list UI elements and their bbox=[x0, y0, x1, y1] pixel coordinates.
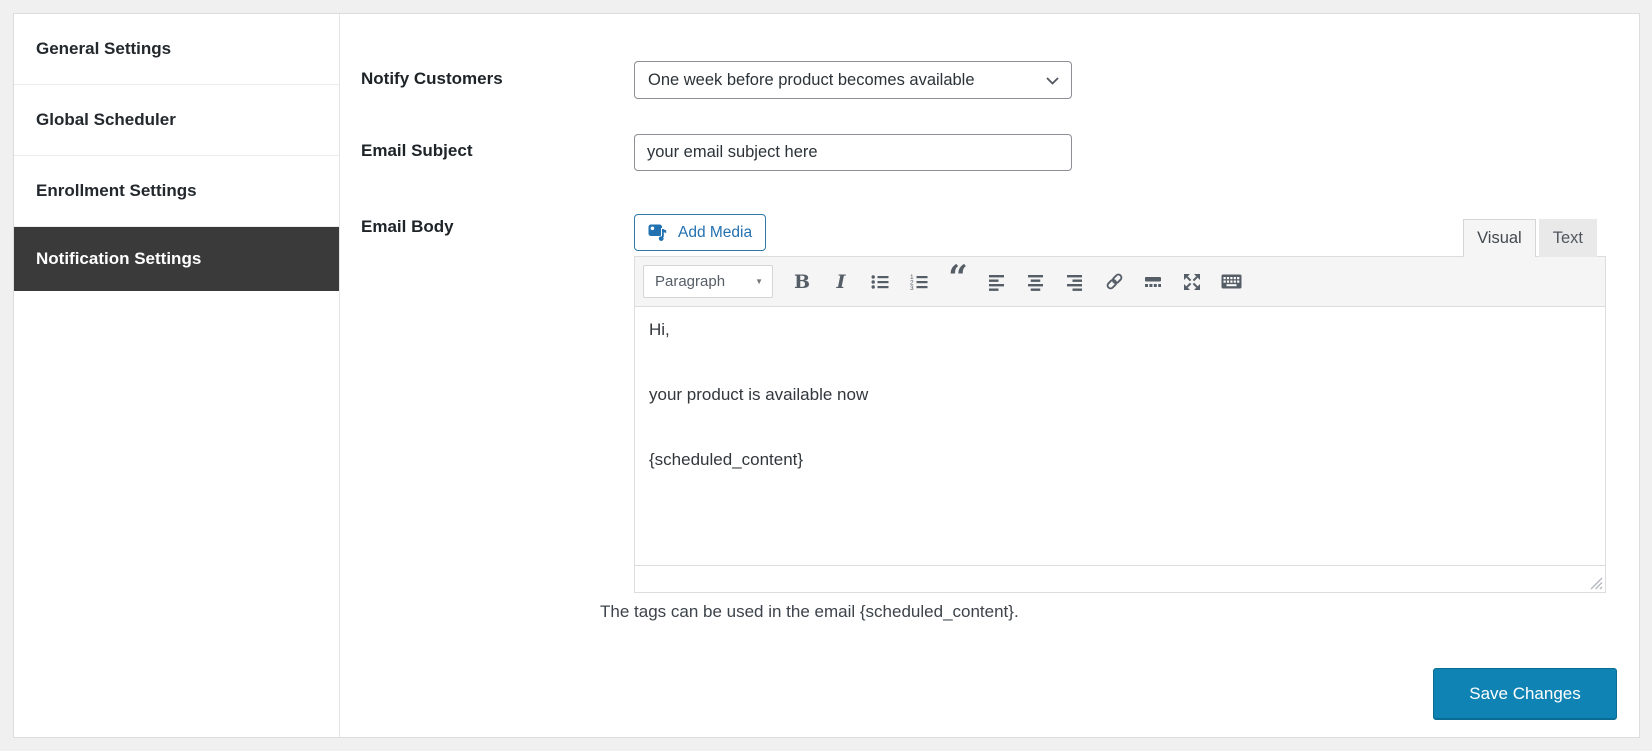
editor-paragraph: your product is available now bbox=[649, 385, 869, 404]
notify-customers-select-wrap: One week before product becomes availabl… bbox=[634, 61, 1072, 99]
editor-paragraph: Hi, bbox=[649, 320, 670, 339]
caret-down-icon: ▼ bbox=[755, 277, 763, 286]
add-media-label: Add Media bbox=[678, 223, 753, 241]
align-right-icon bbox=[1066, 274, 1082, 291]
settings-content: Notify Customers One week before product… bbox=[340, 14, 1639, 737]
bulleted-list-icon bbox=[871, 274, 889, 289]
tab-visual-label: Visual bbox=[1477, 229, 1522, 247]
editor-status-bar bbox=[635, 565, 1605, 592]
numbered-list-icon: 1 2 3 bbox=[910, 274, 928, 291]
settings-panel: General Settings Global Scheduler Enroll… bbox=[13, 13, 1640, 738]
sidebar-item-general-settings[interactable]: General Settings bbox=[14, 14, 339, 85]
sidebar-item-label: General Settings bbox=[36, 39, 172, 58]
settings-sidebar: General Settings Global Scheduler Enroll… bbox=[14, 14, 340, 737]
paragraph-format-dropdown[interactable]: Paragraph ▼ bbox=[643, 265, 773, 298]
bold-icon: B bbox=[793, 270, 811, 293]
fullscreen-button[interactable] bbox=[1174, 265, 1210, 299]
sidebar-item-global-scheduler[interactable]: Global Scheduler bbox=[14, 85, 339, 156]
resize-grip-icon[interactable] bbox=[1590, 577, 1603, 590]
tab-text[interactable]: Text bbox=[1538, 219, 1597, 257]
email-body-label: Email Body bbox=[361, 217, 454, 236]
sidebar-item-notification-settings[interactable]: Notification Settings bbox=[14, 227, 339, 291]
blockquote-button[interactable]: “ bbox=[940, 257, 976, 299]
fullscreen-icon bbox=[1184, 273, 1200, 290]
bulleted-list-button[interactable] bbox=[862, 265, 898, 299]
notify-customers-label: Notify Customers bbox=[361, 69, 503, 88]
sidebar-item-enrollment-settings[interactable]: Enrollment Settings bbox=[14, 156, 339, 227]
link-icon bbox=[1106, 273, 1122, 290]
align-left-icon bbox=[988, 274, 1004, 291]
editor-top-bar: Add Media Visual Text bbox=[634, 213, 1606, 257]
align-left-button[interactable] bbox=[979, 265, 1015, 299]
save-changes-button[interactable]: Save Changes bbox=[1433, 668, 1617, 720]
email-subject-input[interactable] bbox=[634, 134, 1072, 171]
editor-mode-tabs: Visual Text bbox=[1463, 219, 1597, 257]
editor-paragraph: {scheduled_content} bbox=[649, 450, 804, 469]
align-center-icon bbox=[1027, 274, 1043, 291]
align-center-button[interactable] bbox=[1018, 265, 1054, 299]
editor-content-area[interactable]: Hi, your product is available now {sched… bbox=[635, 307, 1605, 565]
bold-button[interactable]: B bbox=[784, 265, 820, 299]
blockquote-icon: “ bbox=[948, 257, 968, 298]
add-media-button[interactable]: Add Media bbox=[634, 214, 767, 251]
paragraph-format-label: Paragraph bbox=[655, 273, 726, 290]
email-subject-label: Email Subject bbox=[361, 141, 473, 160]
sidebar-item-label: Global Scheduler bbox=[36, 110, 176, 129]
numbered-list-button[interactable]: 1 2 3 bbox=[901, 265, 937, 299]
notify-customers-select[interactable]: One week before product becomes availabl… bbox=[634, 61, 1072, 99]
tab-visual[interactable]: Visual bbox=[1463, 219, 1536, 257]
email-body-helper-text: The tags can be used in the email {sched… bbox=[600, 602, 1019, 621]
read-more-icon bbox=[1145, 276, 1161, 287]
align-right-button[interactable] bbox=[1057, 265, 1093, 299]
svg-text:3: 3 bbox=[910, 285, 914, 291]
italic-icon: I bbox=[836, 270, 846, 293]
read-more-button[interactable] bbox=[1135, 265, 1171, 299]
email-body-editor: Add Media Visual Text Paragraph ▼ B I 1 … bbox=[634, 213, 1606, 593]
tab-text-label: Text bbox=[1552, 229, 1583, 247]
toolbar-toggle-button[interactable] bbox=[1213, 265, 1249, 299]
sidebar-item-label: Enrollment Settings bbox=[36, 181, 197, 200]
sidebar-item-label: Notification Settings bbox=[36, 249, 202, 268]
keyboard-icon bbox=[1221, 274, 1241, 289]
insert-link-button[interactable] bbox=[1096, 265, 1132, 299]
editor-toolbar: Paragraph ▼ B I 1 2 3 “ bbox=[635, 257, 1605, 307]
italic-button[interactable]: I bbox=[823, 265, 859, 299]
editor-frame: Paragraph ▼ B I 1 2 3 “ Hi, your product… bbox=[634, 256, 1606, 593]
media-icon bbox=[648, 224, 667, 241]
